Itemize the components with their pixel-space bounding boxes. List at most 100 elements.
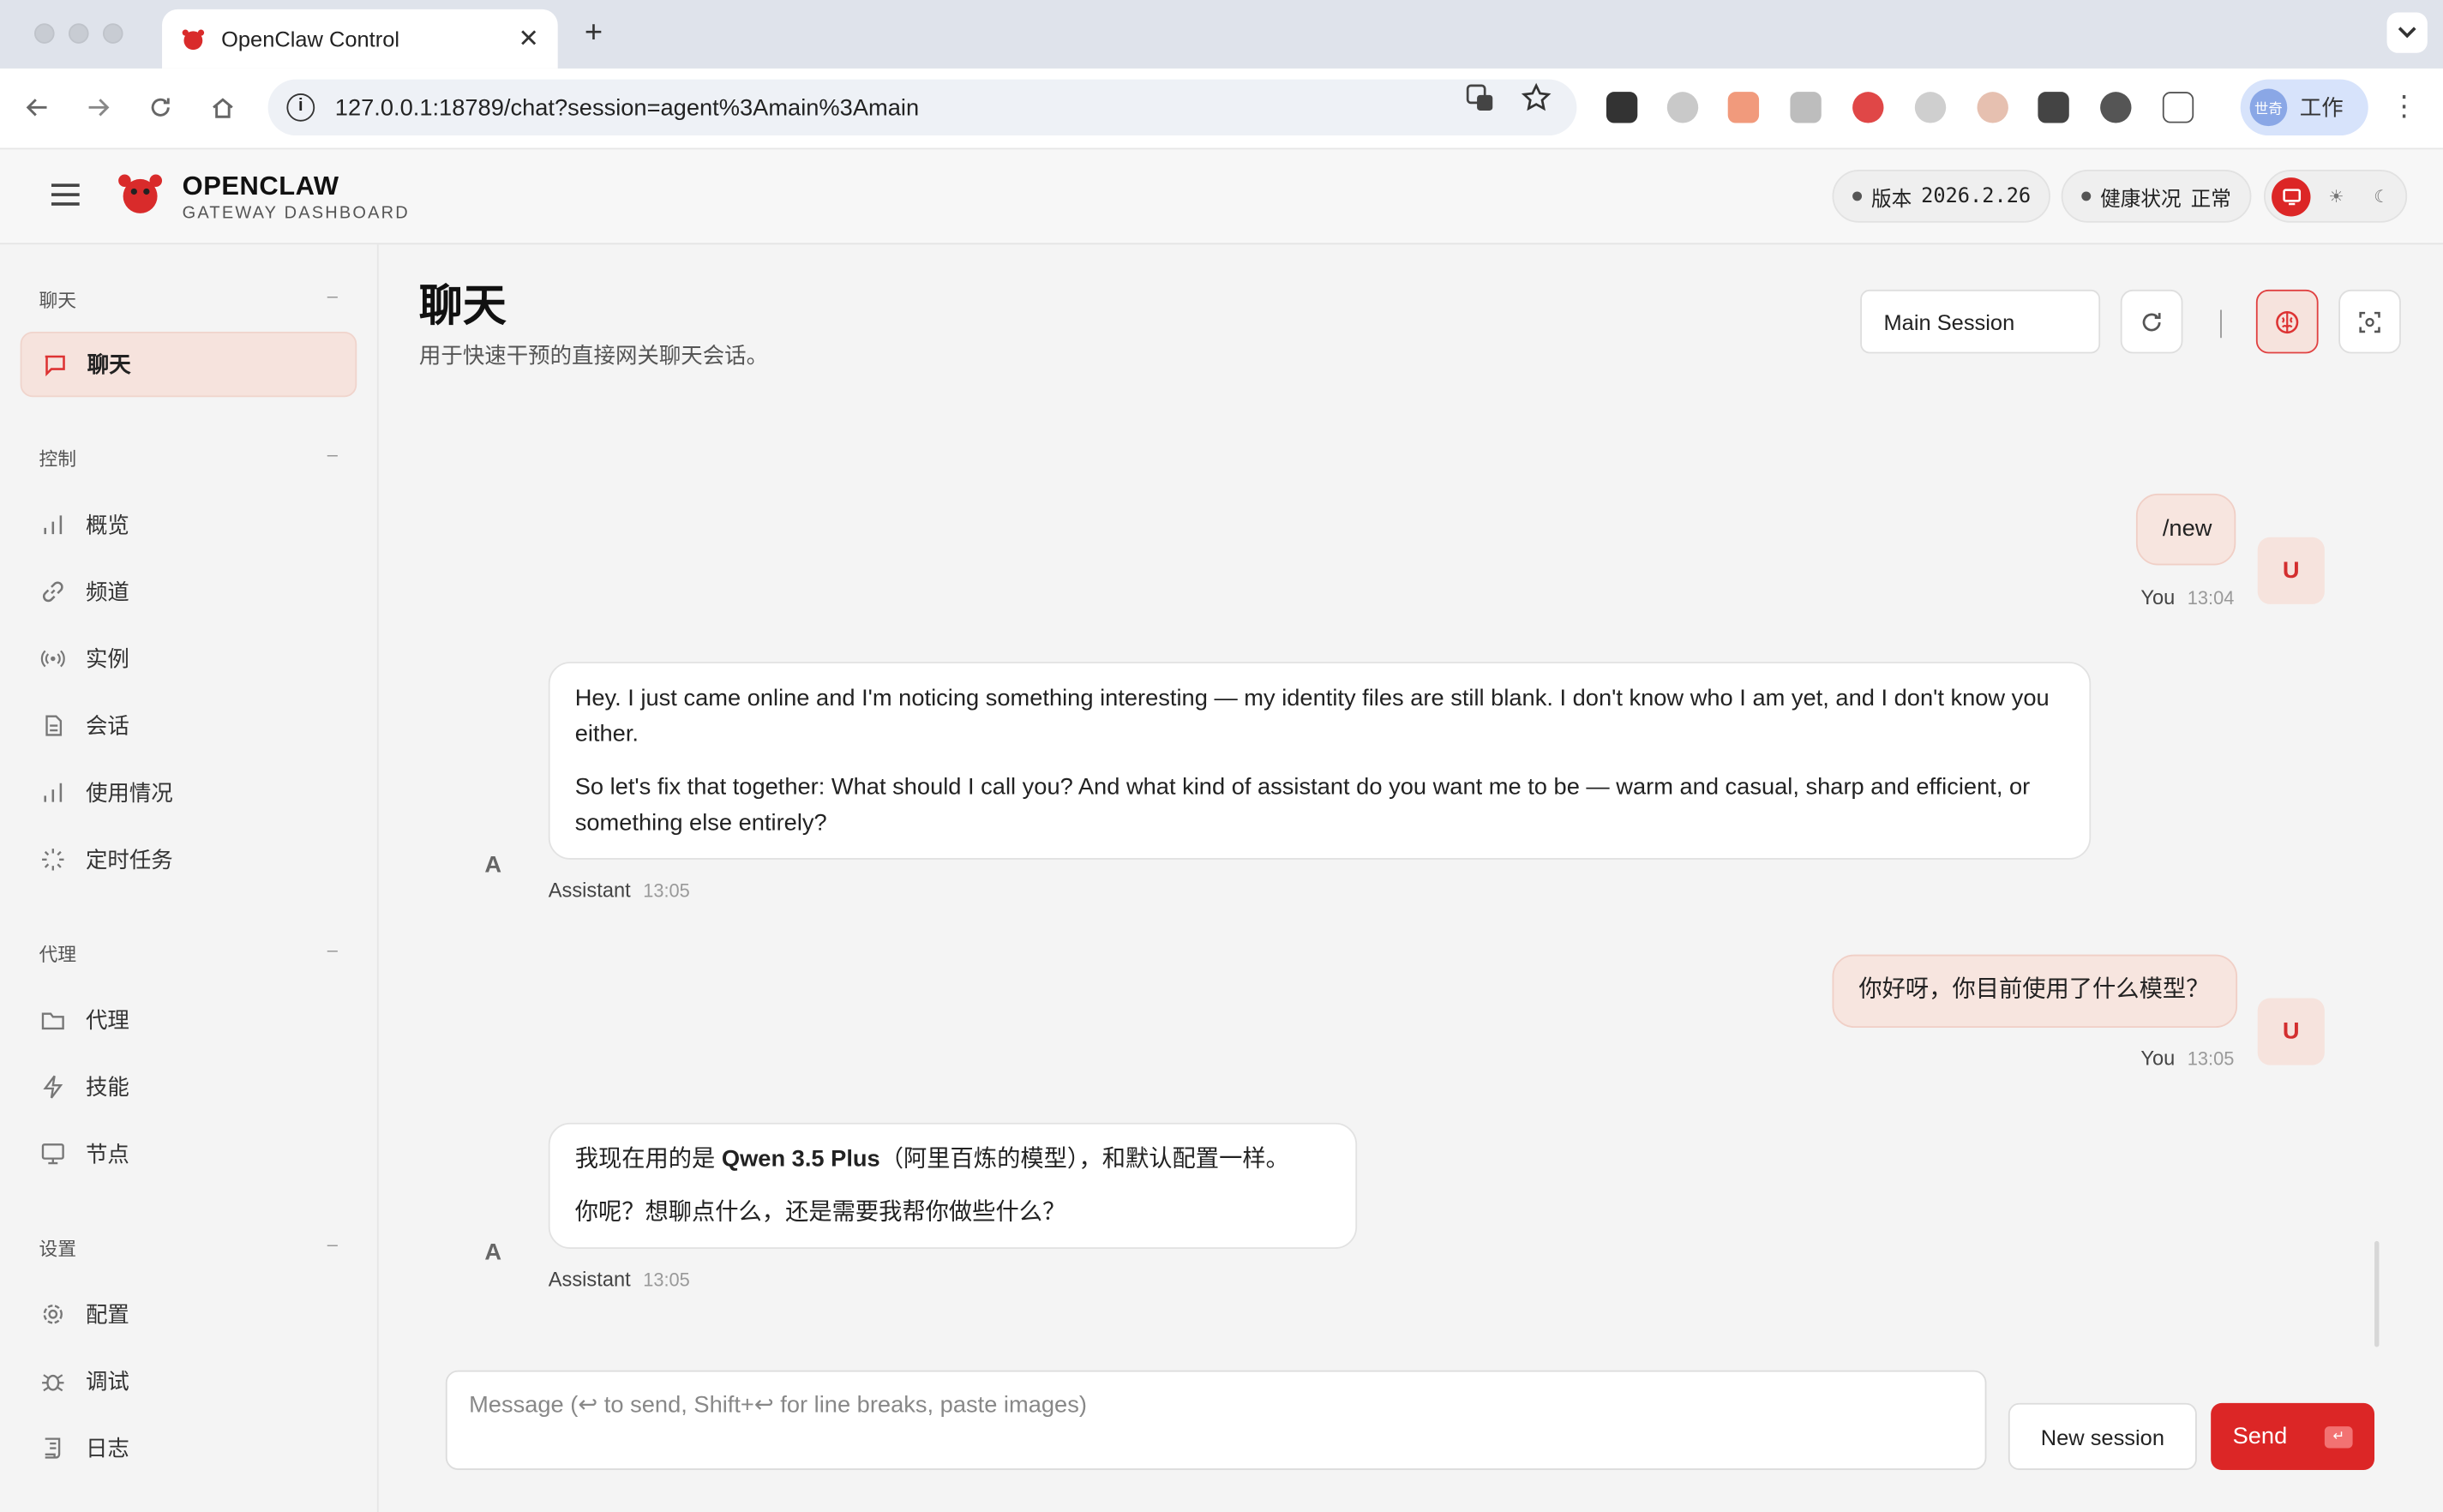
sidebar-section-title: 设置 xyxy=(39,1238,77,1260)
message-input[interactable]: Message (↩ to send, Shift+↩ for line bre… xyxy=(445,1370,1987,1470)
extension-icon[interactable] xyxy=(1914,92,1947,123)
sidebar-section-title: 控制 xyxy=(39,448,77,471)
window-minimize-dot[interactable] xyxy=(68,23,89,44)
extension-icon[interactable] xyxy=(1727,92,1760,123)
sidebar-item-overview[interactable]: 概览 xyxy=(21,492,357,557)
extension-icon[interactable] xyxy=(2038,92,2069,123)
lightning-icon xyxy=(39,1073,67,1101)
health-label: 健康状况 xyxy=(2100,186,2182,210)
status-dot-icon xyxy=(2081,191,2092,201)
profile-avatar: 世奇 xyxy=(2249,88,2288,127)
sidebar-item-sessions[interactable]: 会话 xyxy=(21,693,357,758)
sidebar-item-nodes[interactable]: 节点 xyxy=(21,1121,357,1186)
sidebar-item-channels[interactable]: 频道 xyxy=(21,559,357,624)
extension-icon[interactable] xyxy=(1790,92,1822,123)
puzzle-icon[interactable] xyxy=(2162,92,2194,123)
message-time: 13:05 xyxy=(643,879,690,902)
gear-icon xyxy=(39,1300,67,1329)
refresh-button[interactable] xyxy=(2120,289,2183,354)
new-session-button[interactable]: New session xyxy=(2008,1402,2197,1470)
document-icon xyxy=(39,711,67,740)
sidebar-item-debug[interactable]: 调试 xyxy=(21,1348,357,1413)
collapse-section-button[interactable]: – xyxy=(327,1233,338,1255)
sidebar-item-label: 概览 xyxy=(85,512,129,537)
extension-icon[interactable] xyxy=(1852,92,1884,123)
message-text: （阿里百炼的模型），和默认配置一样。 xyxy=(879,1146,1289,1173)
thinking-toggle-button[interactable] xyxy=(2255,289,2319,354)
message-paragraph: Hey. I just came online and I'm noticing… xyxy=(574,685,2050,748)
sidebar-item-skills[interactable]: 技能 xyxy=(21,1054,357,1119)
new-tab-button[interactable]: + xyxy=(577,15,611,50)
address-bar[interactable]: i 127.0.0.1:18789/chat?session=agent%3Am… xyxy=(267,79,1577,136)
monitor-icon[interactable] xyxy=(2272,177,2311,217)
home-icon[interactable] xyxy=(206,90,240,124)
monitor-icon xyxy=(39,1140,67,1168)
assistant-message-bubble: Hey. I just came online and I'm noticing… xyxy=(548,662,2092,860)
loader-icon xyxy=(39,845,67,873)
extension-icon[interactable] xyxy=(2100,92,2132,123)
folder-icon xyxy=(39,1006,67,1035)
status-dot-icon xyxy=(1852,191,1863,201)
sidebar-item-label: 使用情况 xyxy=(85,780,173,806)
message-text: 你好呀，你目前使用了什么模型？ xyxy=(1858,976,2210,1003)
sidebar-item-cron[interactable]: 定时任务 xyxy=(21,827,357,892)
message-icon xyxy=(40,351,69,379)
sidebar-item-usage[interactable]: 使用情况 xyxy=(21,760,357,825)
focus-mode-button[interactable] xyxy=(2338,289,2401,354)
sidebar-item-agents[interactable]: 代理 xyxy=(21,987,357,1053)
sidebar-section-title: 聊天 xyxy=(39,289,77,312)
enter-key-icon: ↵ xyxy=(2324,1425,2353,1448)
sun-icon[interactable]: ☀ xyxy=(2317,177,2356,216)
tab-close-icon[interactable]: ✕ xyxy=(519,23,539,54)
chat-scrollbar[interactable] xyxy=(2374,1240,2380,1347)
menu-icon[interactable] xyxy=(51,183,80,206)
brand-subtitle: GATEWAY DASHBOARD xyxy=(182,203,410,223)
assistant-avatar: A xyxy=(484,851,502,879)
bar-chart-icon xyxy=(39,778,67,807)
tab-search-chevron-icon[interactable] xyxy=(2386,12,2428,53)
sidebar-item-instances[interactable]: 实例 xyxy=(21,626,357,691)
extension-icon[interactable] xyxy=(1666,92,1699,123)
message-time: 13:05 xyxy=(643,1269,690,1292)
extension-icon[interactable] xyxy=(1606,92,1638,123)
back-arrow-icon[interactable] xyxy=(21,90,55,124)
message-paragraph: So let's fix that together: What should … xyxy=(574,773,2031,837)
message-text: 我现在用的是 xyxy=(574,1146,722,1173)
tab-title: OpenClaw Control xyxy=(221,26,400,51)
collapse-section-button[interactable]: – xyxy=(327,939,338,960)
browser-toolbar: i 127.0.0.1:18789/chat?session=agent%3Am… xyxy=(0,68,2443,150)
more-vertical-icon[interactable]: ⋮ xyxy=(2390,90,2418,123)
brand: OPENCLAW GATEWAY DASHBOARD xyxy=(183,171,410,223)
sidebar-item-label: 调试 xyxy=(85,1368,129,1394)
sidebar-item-config[interactable]: 配置 xyxy=(21,1281,357,1347)
reload-icon[interactable] xyxy=(143,90,177,124)
moon-icon[interactable]: ☾ xyxy=(2362,177,2400,216)
session-select[interactable]: Main Session xyxy=(1860,289,2101,354)
user-avatar: U xyxy=(2257,998,2325,1065)
site-info-icon[interactable]: i xyxy=(286,93,315,122)
sidebar-item-logs[interactable]: 日志 xyxy=(21,1415,357,1480)
collapse-section-button[interactable]: – xyxy=(327,285,338,306)
translate-icon[interactable] xyxy=(1465,82,1496,121)
collapse-section-button[interactable]: – xyxy=(327,444,338,465)
refresh-icon xyxy=(2142,312,2161,331)
radio-icon xyxy=(39,645,67,673)
window-close-dot[interactable] xyxy=(33,23,55,44)
message-meta: Assistant 13:05 xyxy=(549,879,690,902)
bookmark-star-icon[interactable] xyxy=(1521,82,1552,121)
profile-button[interactable]: 世奇 工作 xyxy=(2240,79,2368,136)
extension-icon[interactable] xyxy=(1977,92,2008,123)
profile-label: 工作 xyxy=(2299,94,2344,120)
window-zoom-dot[interactable] xyxy=(102,23,123,44)
browser-tab[interactable]: OpenClaw Control ✕ xyxy=(162,9,558,69)
sidebar-item-label: 定时任务 xyxy=(85,847,173,873)
sidebar-item-label: 实例 xyxy=(85,645,129,671)
forward-arrow-icon[interactable] xyxy=(81,90,116,124)
message-author: Assistant xyxy=(548,878,631,902)
message-author: You xyxy=(2140,1046,2176,1071)
send-button[interactable]: Send ↵ xyxy=(2211,1402,2375,1470)
user-message-bubble: 你好呀，你目前使用了什么模型？ xyxy=(1832,954,2238,1029)
sidebar-item-chat[interactable]: 聊天 xyxy=(20,331,357,398)
sidebar-item-label: 代理 xyxy=(85,1007,129,1033)
page-subtitle: 用于快速干预的直接网关聊天会话。 xyxy=(418,342,769,368)
